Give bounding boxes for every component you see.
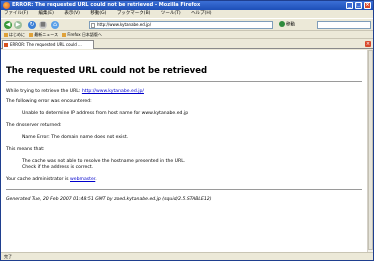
bookmark-icon [62,33,67,37]
browser-window: ERROR: The requested URL could not be re… [0,0,374,261]
menu-view[interactable]: 表示(V) [64,11,80,16]
menu-help[interactable]: ヘルプ(H) [191,11,211,16]
generated-footer: Generated Tue, 20 Feb 2007 01:48:51 GMT … [6,197,212,202]
webmaster-link[interactable]: webmaster [70,177,95,182]
admin-line: Your cache administrator is webmaster. [6,177,362,183]
page-content: The requested URL could not be retrieved… [1,50,367,252]
home-icon[interactable]: ⌂ [51,21,59,29]
go-label: 移動 [286,22,295,28]
menu-tools[interactable]: ツール(T) [161,11,181,16]
error-detail-text: Unable to determine IP address from host… [22,111,189,116]
menu-bar: ファイル(F) 編集(E) 表示(V) 移動(G) ブックマーク(B) ツール(… [1,10,373,18]
divider [6,189,362,190]
bookmark-item[interactable]: Firefox 日本語版ヘ [62,32,102,37]
go-button[interactable]: 移動 [279,21,295,30]
page-icon [91,23,95,28]
tab-bar: ERROR: The requested URL could ... × [1,39,373,49]
dns-returned-text: The dnsserver returned: [6,123,62,128]
forward-icon[interactable]: ▶ [14,21,22,29]
menu-edit[interactable]: 編集(E) [39,11,54,16]
search-input[interactable] [317,21,371,29]
means-that-text: This means that: [6,147,45,152]
close-button[interactable]: × [364,2,371,9]
status-bar: 完了 [1,252,373,260]
retrieve-prefix: While trying to retrieve the URL: [6,89,82,94]
retrieve-line: While trying to retrieve the URL: http:/… [6,89,362,95]
status-text: 完了 [4,254,12,259]
page-title: The requested URL could not be retrieved [6,66,208,76]
menu-file[interactable]: ファイル(F) [4,11,28,16]
stop-icon[interactable]: ■ [39,21,47,29]
url-bar[interactable]: http://www.kytanabe.ed.jp/ [89,21,273,29]
back-icon[interactable]: ◀ [4,21,12,29]
bookmark-item[interactable]: 最新ニュース [29,32,58,37]
maximize-button[interactable]: □ [355,2,362,9]
vertical-scrollbar[interactable] [367,50,373,252]
menu-bookmarks[interactable]: ブックマーク(B) [117,11,151,16]
menu-go[interactable]: 移動(G) [90,11,106,16]
scrollbar-thumb[interactable] [368,50,373,250]
dns-detail-text: Name Error: The domain name does not exi… [22,135,129,140]
bookmarks-toolbar: はじめに 最新ニュース Firefox 日本語版ヘ [1,31,373,39]
error-encountered-text: The following error was encountered: [6,99,92,104]
explain-line-2: Check if the address is correct. [22,165,94,170]
tab-favicon [4,43,8,47]
title-bar: ERROR: The requested URL could not be re… [1,1,373,10]
divider [6,81,362,82]
tab-error[interactable]: ERROR: The requested URL could ... [2,40,94,49]
window-title: ERROR: The requested URL could not be re… [12,2,201,8]
rss-icon [29,33,34,37]
go-icon [279,21,285,27]
tab-close-icon[interactable]: × [365,41,371,47]
retrieve-url-link[interactable]: http://www.kytanabe.ed.jp/ [82,89,144,94]
url-text: http://www.kytanabe.ed.jp/ [97,22,152,27]
tab-label: ERROR: The requested URL could ... [10,42,82,47]
admin-suffix: . [95,177,97,182]
minimize-button[interactable]: _ [346,2,353,9]
bookmark-item[interactable]: はじめに [4,32,25,37]
navigation-toolbar: ◀ ▶ ↻ ■ ⌂ http://www.kytanabe.ed.jp/ 移動 [1,18,373,31]
bookmark-icon [4,33,8,37]
admin-prefix: Your cache administrator is [6,177,70,182]
firefox-icon [3,2,10,9]
reload-icon[interactable]: ↻ [28,21,36,29]
